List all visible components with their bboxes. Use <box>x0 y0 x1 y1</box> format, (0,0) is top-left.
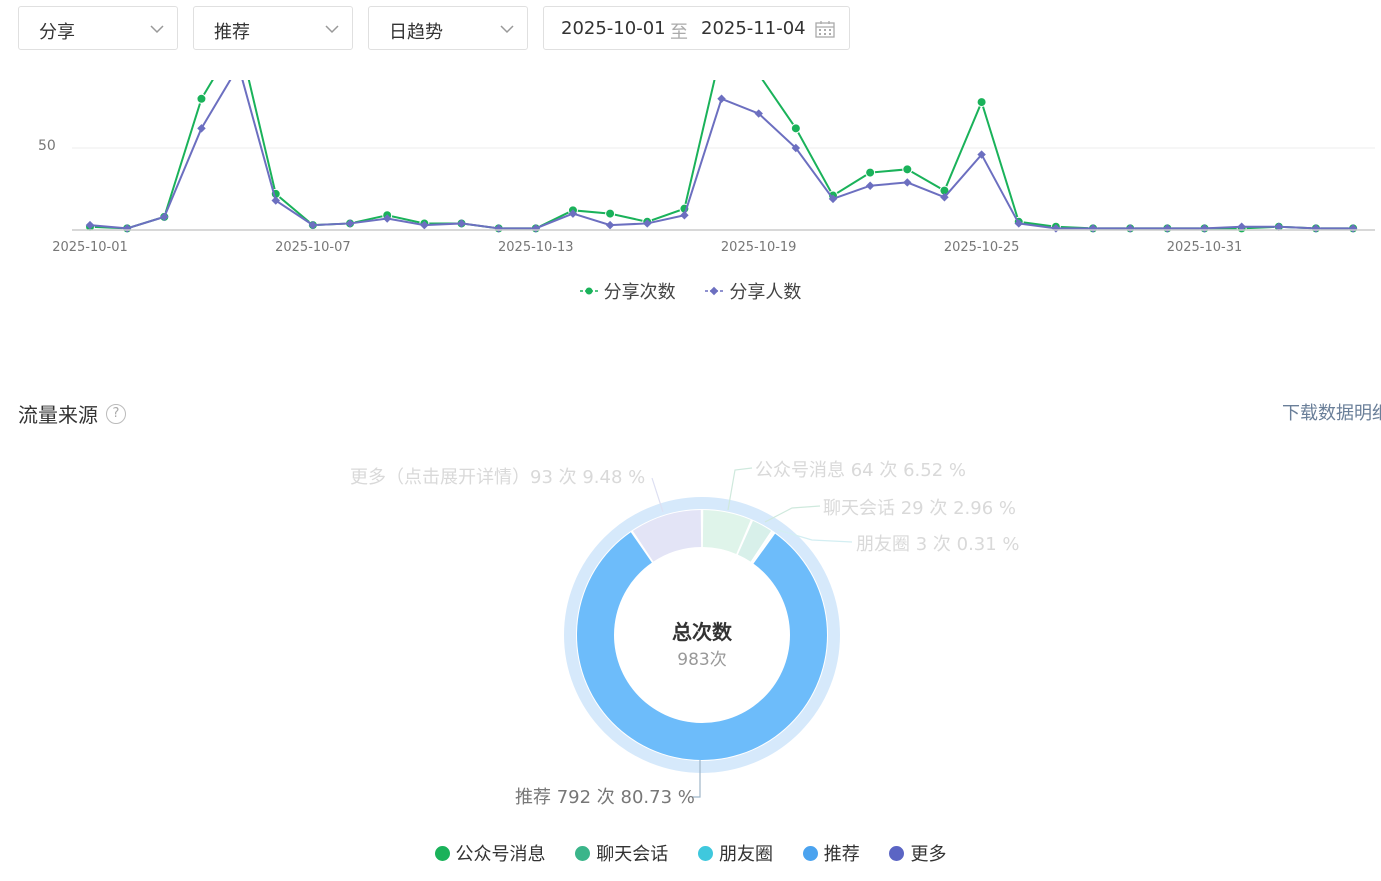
legend-item-share-count[interactable]: 分享次数 <box>579 278 676 304</box>
share-trend-chart <box>72 80 1375 234</box>
trend-select[interactable]: 日趋势 <box>368 6 528 50</box>
legend-label: 更多 <box>910 844 947 865</box>
point-share-count[interactable] <box>865 167 876 178</box>
donut-legend: 公众号消息 聊天会话 朋友圈 推荐 更多 <box>0 840 1381 866</box>
point-share-users[interactable] <box>605 220 615 230</box>
section-title-text: 流量来源 <box>18 403 98 427</box>
legend-item-official-account[interactable]: 公众号消息 <box>434 840 546 866</box>
trend-select-value: 日趋势 <box>389 22 443 43</box>
legend-item-moments[interactable]: 朋友圈 <box>698 840 773 866</box>
legend-dot <box>434 845 450 861</box>
legend-line-marker-green <box>579 287 598 295</box>
y-tick-label: 50 <box>38 138 56 154</box>
filter-bar: 分享 推荐 日趋势 2025-10-01 至 2025-11-04 <box>0 0 1381 80</box>
legend-item-more[interactable]: 更多 <box>889 840 946 866</box>
x-tick-label: 2025-10-19 <box>720 240 797 255</box>
legend-label: 聊天会话 <box>596 844 669 865</box>
donut-center-title: 总次数 <box>672 620 732 644</box>
source-select[interactable]: 推荐 <box>193 6 353 50</box>
slice-label-more[interactable]: 更多（点击展开详情）93 次 9.48 % <box>350 463 645 489</box>
legend-label: 分享次数 <box>603 282 676 303</box>
legend-item-share-users[interactable]: 分享人数 <box>705 278 801 304</box>
legend-label: 公众号消息 <box>455 844 546 865</box>
calendar-icon <box>815 21 835 38</box>
x-tick-label: 2025-10-13 <box>498 240 574 255</box>
source-select-value: 推荐 <box>214 22 250 43</box>
section-title: 流量来源 ? <box>18 399 126 428</box>
point-share-count[interactable] <box>976 97 987 108</box>
slice-label-recommend[interactable]: 推荐 792 次 80.73 % <box>515 783 695 809</box>
point-share-count[interactable] <box>790 123 801 134</box>
legend-dot <box>575 845 591 861</box>
x-tick-label: 2025-10-07 <box>275 240 351 255</box>
legend-label: 分享人数 <box>729 282 802 303</box>
legend-dot <box>802 845 818 861</box>
x-tick-label: 2025-10-25 <box>943 240 1020 255</box>
point-share-users[interactable] <box>197 124 206 133</box>
chevron-down-icon <box>150 25 164 34</box>
date-range-picker[interactable]: 2025-10-01 至 2025-11-04 <box>543 6 850 50</box>
point-share-users[interactable] <box>903 178 912 187</box>
point-share-users[interactable] <box>865 181 875 190</box>
metric-select[interactable]: 分享 <box>18 6 178 50</box>
legend-label: 推荐 <box>823 844 860 865</box>
slice-label-official-account[interactable]: 公众号消息 64 次 6.52 % <box>755 456 966 482</box>
point-share-count[interactable] <box>902 164 913 175</box>
point-share-count[interactable] <box>605 208 616 219</box>
help-icon[interactable]: ? <box>106 403 126 424</box>
legend-item-recommend[interactable]: 推荐 <box>802 840 860 866</box>
legend-line-marker-purple <box>705 286 724 296</box>
donut-center-value: 983次 <box>677 650 727 670</box>
chevron-down-icon <box>325 25 339 34</box>
point-share-users[interactable] <box>717 94 726 104</box>
legend-dot <box>698 845 713 861</box>
legend-label: 朋友圈 <box>719 844 773 865</box>
point-share-count[interactable] <box>196 93 207 104</box>
chevron-down-icon <box>500 25 514 34</box>
legend-dot <box>889 845 905 861</box>
date-separator: 至 <box>670 22 688 43</box>
x-tick-label: 2025-10-31 <box>1166 240 1243 255</box>
download-data-link[interactable]: 下载数据明细 <box>1282 399 1381 425</box>
trend-legend: 分享次数 分享人数 <box>0 278 1381 304</box>
slice-label-chat[interactable]: 聊天会话 29 次 2.96 % <box>823 494 1016 520</box>
legend-item-chat[interactable]: 聊天会话 <box>575 840 668 866</box>
slice-label-moments[interactable]: 朋友圈 3 次 0.31 % <box>856 530 1020 556</box>
date-start: 2025-10-01 <box>561 18 666 39</box>
x-tick-label: 2025-10-01 <box>52 240 128 255</box>
metric-select-value: 分享 <box>39 22 75 43</box>
date-end: 2025-11-04 <box>701 18 806 39</box>
